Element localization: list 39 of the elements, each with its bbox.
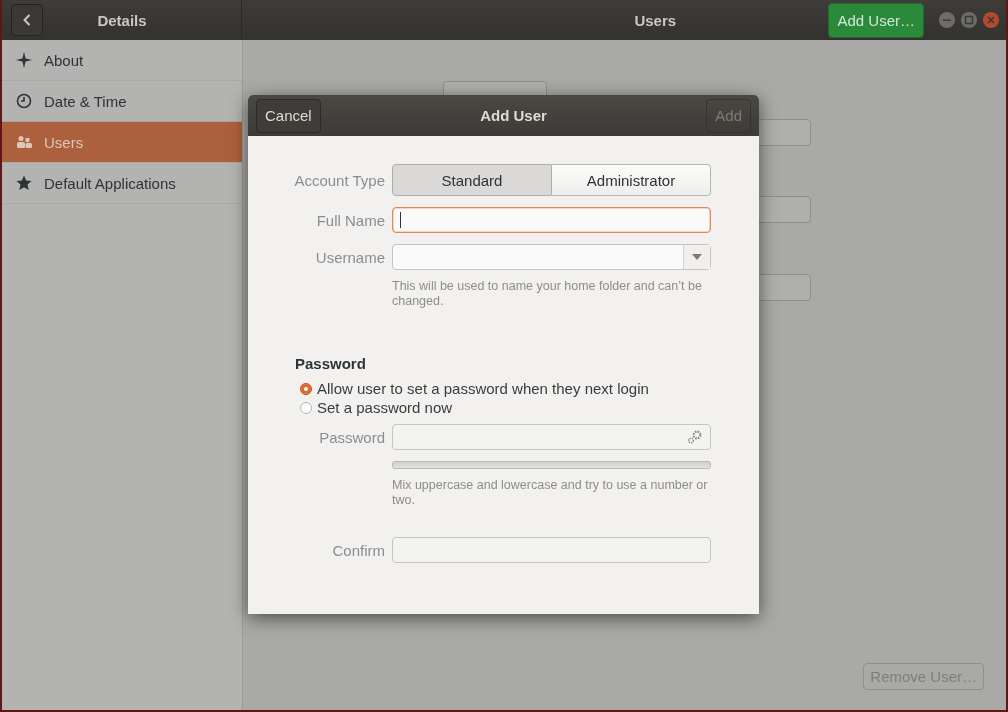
panel-title: Details [96,11,148,29]
back-button[interactable] [11,4,43,36]
sidebar-item[interactable]: About [2,40,242,81]
field-label: Full Name [315,211,385,229]
maximize-icon[interactable] [960,11,978,29]
add-user-button[interactable]: Add User… [828,2,924,38]
radio-label[interactable]: Allow user to set a password when they next login [317,380,649,397]
sparkle-icon [16,52,32,68]
confirm-field[interactable] [392,537,711,563]
username-combo-field[interactable] [392,244,711,270]
radio-button[interactable] [300,401,312,414]
hint-text: Mix uppercase and lowercase and try to use a number or two. [392,478,709,508]
close-icon[interactable] [982,11,1000,29]
minimize-icon[interactable] [938,11,956,29]
clock-icon [16,93,32,109]
gears-icon[interactable] [687,430,703,444]
section-title: Password [294,355,367,372]
account-type-toggle[interactable]: Standard [392,164,552,196]
radio-label[interactable]: Set a password now [317,399,453,416]
full-name-field[interactable] [392,207,711,233]
dropdown-arrow-icon [692,254,702,260]
sidebar-item[interactable]: Default Applications [2,163,242,204]
people-icon [16,135,32,149]
dialog-title: Add User [479,107,548,124]
cancel-button[interactable]: Cancel [256,98,321,133]
field-label: Username [314,248,385,266]
radio-button[interactable] [300,382,312,395]
star-icon [16,175,32,191]
window-title: Users [633,11,678,29]
blank-field [757,196,811,223]
hint-text: This will be used to name your home folder and can’t be changed. [392,279,703,309]
field-label: Account Type [293,171,385,189]
password-field[interactable] [392,424,711,450]
field-label: Confirm [331,541,385,559]
field-label: Password [318,428,385,446]
chevron-left-icon [23,14,31,26]
account-type-toggle[interactable]: Administrator [552,164,711,196]
blank-field [757,274,811,301]
blank-field [757,119,811,146]
